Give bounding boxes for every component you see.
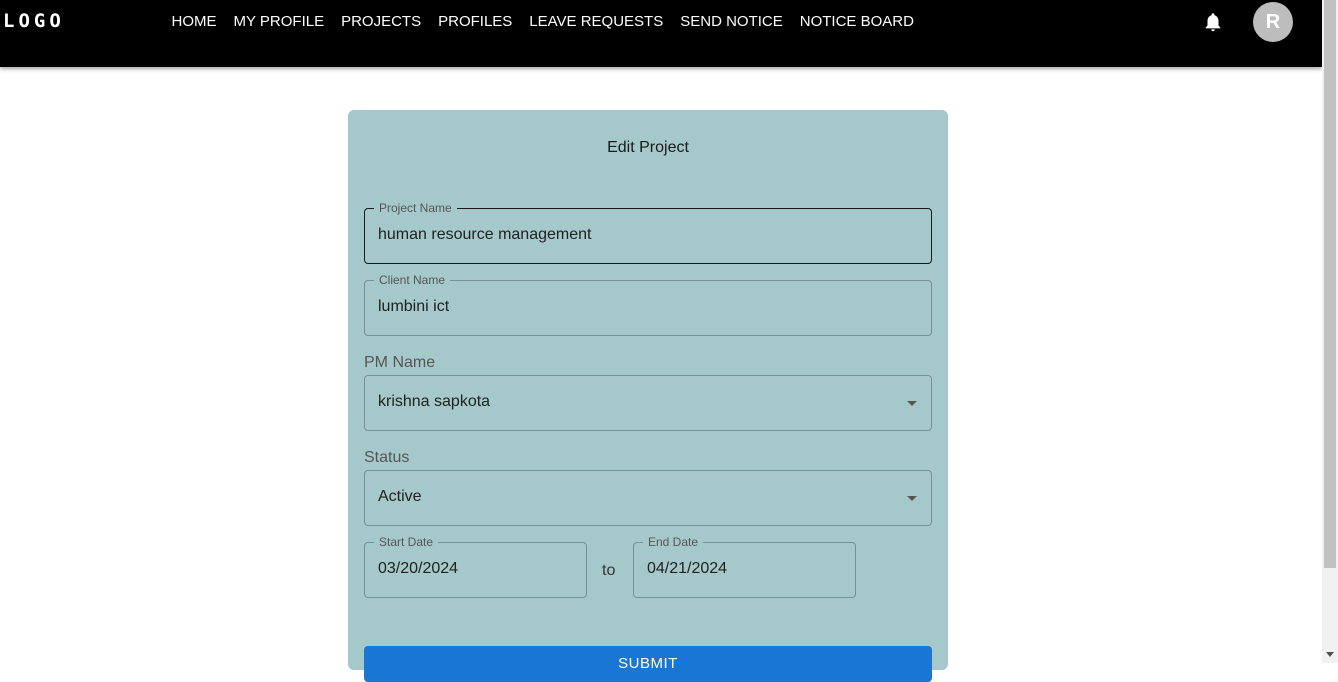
nav-send-notice[interactable]: SEND NOTICE bbox=[672, 0, 792, 44]
status-select[interactable]: Active bbox=[364, 470, 932, 526]
project-name-label: Project Name bbox=[374, 201, 457, 215]
bell-icon[interactable] bbox=[1202, 11, 1224, 33]
pm-name-label: PM Name bbox=[364, 354, 436, 371]
app-bar: LOGO HOME MY PROFILE PROJECTS PROFILES L… bbox=[0, 0, 1322, 67]
status-label: Status bbox=[364, 449, 410, 466]
project-name-value[interactable]: human resource management bbox=[378, 226, 591, 244]
nav-projects[interactable]: PROJECTS bbox=[333, 0, 430, 44]
date-range-separator: to bbox=[602, 562, 616, 579]
chevron-down-icon[interactable] bbox=[907, 496, 917, 501]
project-name-field[interactable]: Project Name human resource management bbox=[364, 201, 932, 264]
start-date-value[interactable]: 03/20/2024 bbox=[378, 560, 458, 578]
status-value[interactable]: Active bbox=[378, 488, 422, 506]
start-date-field[interactable]: Start Date 03/20/2024 bbox=[364, 535, 587, 598]
main-nav: HOME MY PROFILE PROJECTS PROFILES LEAVE … bbox=[163, 0, 922, 44]
end-date-value[interactable]: 04/21/2024 bbox=[647, 560, 727, 578]
scrollbar-thumb[interactable] bbox=[1324, 0, 1336, 568]
avatar[interactable]: R bbox=[1253, 2, 1293, 42]
pm-name-value[interactable]: krishna sapkota bbox=[378, 393, 490, 411]
end-date-label: End Date bbox=[643, 535, 704, 549]
client-name-field[interactable]: Client Name lumbini ict bbox=[364, 273, 932, 336]
start-date-label: Start Date bbox=[374, 535, 439, 549]
client-name-value[interactable]: lumbini ict bbox=[378, 298, 449, 316]
nav-profiles[interactable]: PROFILES bbox=[430, 0, 521, 44]
end-date-field[interactable]: End Date 04/21/2024 bbox=[633, 535, 856, 598]
chevron-down-icon[interactable] bbox=[907, 401, 917, 406]
submit-button[interactable]: SUBMIT bbox=[364, 646, 932, 682]
client-name-label: Client Name bbox=[374, 273, 451, 287]
logo[interactable]: LOGO bbox=[3, 10, 65, 32]
nav-home[interactable]: HOME bbox=[163, 0, 225, 44]
pm-name-select[interactable]: krishna sapkota bbox=[364, 375, 932, 431]
nav-leave-requests[interactable]: LEAVE REQUESTS bbox=[521, 0, 672, 44]
form-title: Edit Project bbox=[607, 139, 689, 156]
nav-notice-board[interactable]: NOTICE BOARD bbox=[791, 0, 922, 44]
edit-project-card: Edit Project Project Name human resource… bbox=[348, 110, 948, 682]
nav-my-profile[interactable]: MY PROFILE bbox=[225, 0, 333, 44]
scroll-down-arrow-icon[interactable] bbox=[1326, 652, 1334, 657]
